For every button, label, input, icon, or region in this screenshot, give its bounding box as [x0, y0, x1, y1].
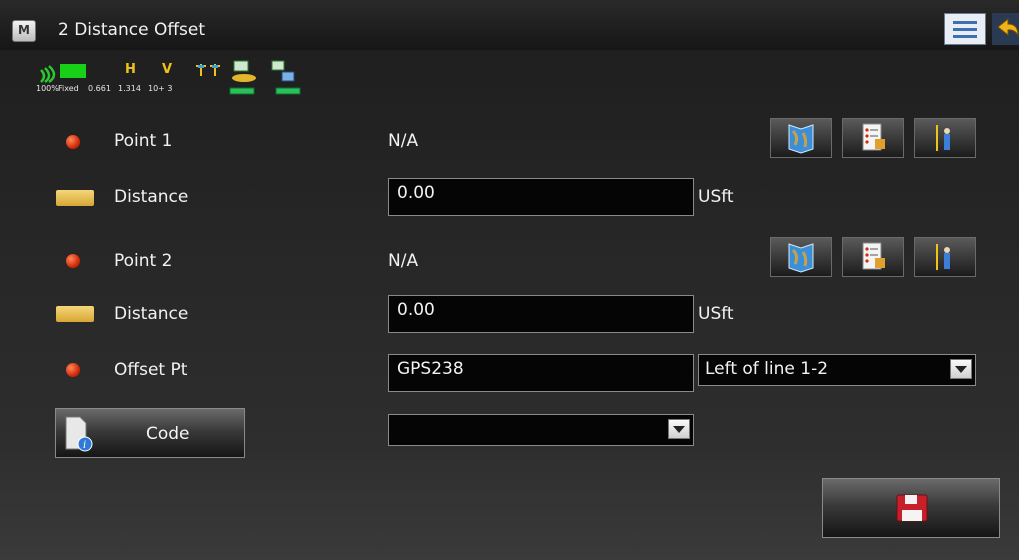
satellite-count: 10+ 3	[148, 84, 173, 93]
point2-label: Point 2	[114, 251, 173, 271]
offset-direction-value: Left of line 1-2	[705, 359, 829, 379]
code-button[interactable]: i Code	[55, 408, 245, 458]
point2-list-button[interactable]	[842, 237, 904, 277]
offset-label: Offset Pt	[114, 360, 188, 380]
receiver-link-icon	[229, 60, 256, 95]
distance-offset-screen: M 2 Distance Offset H V 100% Fixed 0.661…	[0, 0, 1019, 560]
fixed-status-icon	[60, 64, 86, 78]
code-select[interactable]	[388, 414, 694, 446]
title-bar: M 2 Distance Offset	[0, 0, 1019, 50]
point-list-icon	[862, 123, 885, 151]
survey-rod-icon	[936, 244, 950, 270]
point1-value: N/A	[388, 131, 419, 151]
v-precision-label: V	[162, 62, 173, 77]
distance1-label: Distance	[114, 187, 189, 207]
point1-status-icon	[66, 135, 80, 149]
save-floppy-icon	[896, 494, 928, 522]
distance2-label: Distance	[114, 304, 189, 324]
point1-list-button[interactable]	[842, 118, 904, 158]
distance1-input[interactable]: 0.00	[388, 178, 694, 216]
app-menu-icon[interactable]: M	[12, 20, 36, 42]
point-list-icon	[862, 242, 885, 270]
map-icon	[788, 243, 814, 273]
v-precision-value: 1.314	[118, 84, 141, 93]
distance2-input[interactable]: 0.00	[388, 295, 694, 333]
distance2-unit: USft	[698, 304, 734, 324]
point1-measure-button[interactable]	[914, 118, 976, 158]
signal-percent: 100%	[36, 84, 59, 93]
back-button[interactable]	[992, 13, 1019, 45]
window-title: 2 Distance Offset	[58, 20, 206, 40]
distance1-unit: USft	[698, 187, 734, 207]
save-button[interactable]	[822, 478, 1000, 538]
offset-point-input[interactable]: GPS238	[388, 354, 694, 392]
point2-map-button[interactable]	[770, 237, 832, 277]
svg-text:i: i	[83, 440, 86, 451]
gnss-status-bar: H V 100% Fixed 0.661 1.314 10+ 3	[36, 60, 318, 100]
map-icon	[788, 124, 814, 154]
point2-measure-button[interactable]	[914, 237, 976, 277]
signal-strength-icon	[40, 65, 56, 84]
satellites-icon	[196, 64, 220, 76]
code-info-icon: i	[65, 416, 93, 452]
point2-status-icon	[66, 254, 80, 268]
back-arrow-icon	[997, 17, 1019, 37]
offset-direction-select[interactable]: Left of line 1-2	[698, 354, 976, 386]
point2-value: N/A	[388, 251, 419, 271]
controller-link-icon	[271, 60, 301, 95]
code-button-label: Code	[146, 424, 190, 444]
app-menu-letter: M	[18, 23, 30, 37]
distance1-ruler-icon	[56, 190, 94, 206]
distance2-ruler-icon	[56, 306, 94, 322]
h-precision-label: H	[125, 62, 136, 77]
solution-status: Fixed	[58, 84, 79, 93]
point1-label: Point 1	[114, 131, 173, 151]
chevron-down-icon[interactable]	[950, 359, 972, 379]
list-view-button[interactable]	[944, 13, 986, 45]
point1-map-button[interactable]	[770, 118, 832, 158]
h-precision-value: 0.661	[88, 84, 111, 93]
survey-rod-icon	[936, 125, 950, 151]
chevron-down-icon[interactable]	[668, 419, 690, 439]
offset-status-icon	[66, 363, 80, 377]
